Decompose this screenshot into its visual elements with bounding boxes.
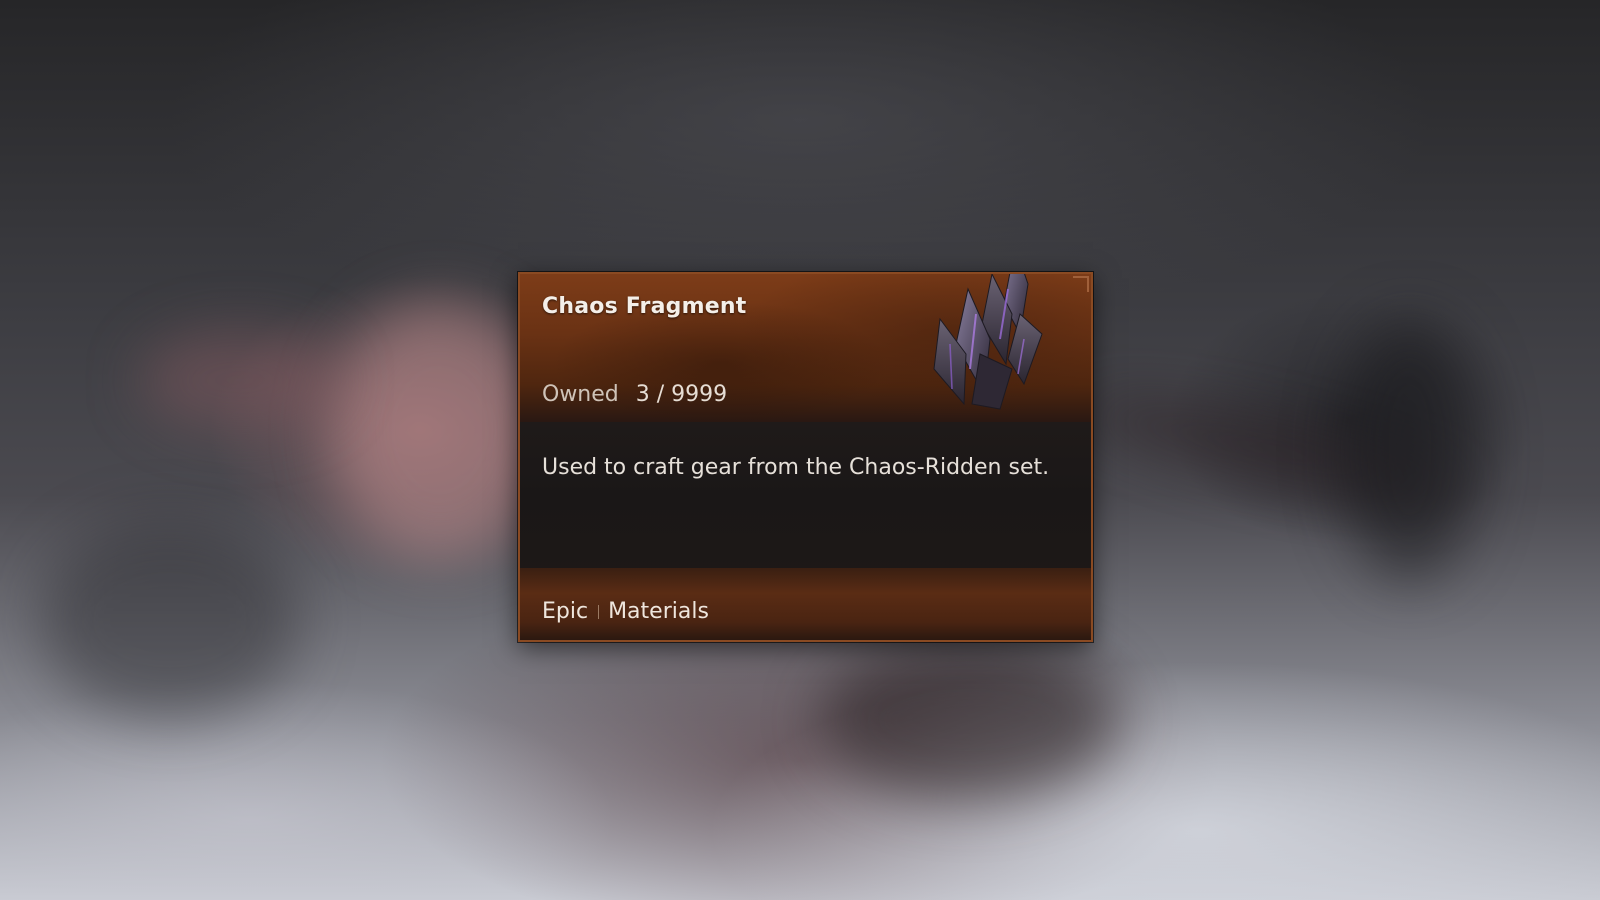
tooltip-body — [520, 422, 1091, 572]
owned-label: Owned — [542, 382, 619, 407]
owned-count: Owned 3 / 9999 — [542, 382, 727, 407]
dark-crystal-shard-icon — [933, 274, 1043, 410]
item-name: Chaos Fragment — [542, 294, 747, 319]
item-classification: Epic Materials — [542, 599, 709, 624]
separator — [598, 605, 600, 619]
background-blur-shape — [1340, 320, 1480, 580]
background-blur-shape — [40, 520, 300, 720]
background-blur-shape — [820, 640, 1120, 800]
corner-ornament — [1073, 276, 1089, 292]
category-label: Materials — [608, 599, 709, 624]
owned-value: 3 / 9999 — [635, 382, 728, 407]
rarity-label: Epic — [542, 599, 589, 624]
item-description: Used to craft gear from the Chaos-Ridden… — [542, 455, 1050, 480]
background-blur-shape — [330, 300, 550, 560]
background-blur-shape — [140, 330, 340, 430]
item-tooltip: Chaos Fragment Owned 3 / 9999 Used to cr… — [518, 272, 1093, 642]
